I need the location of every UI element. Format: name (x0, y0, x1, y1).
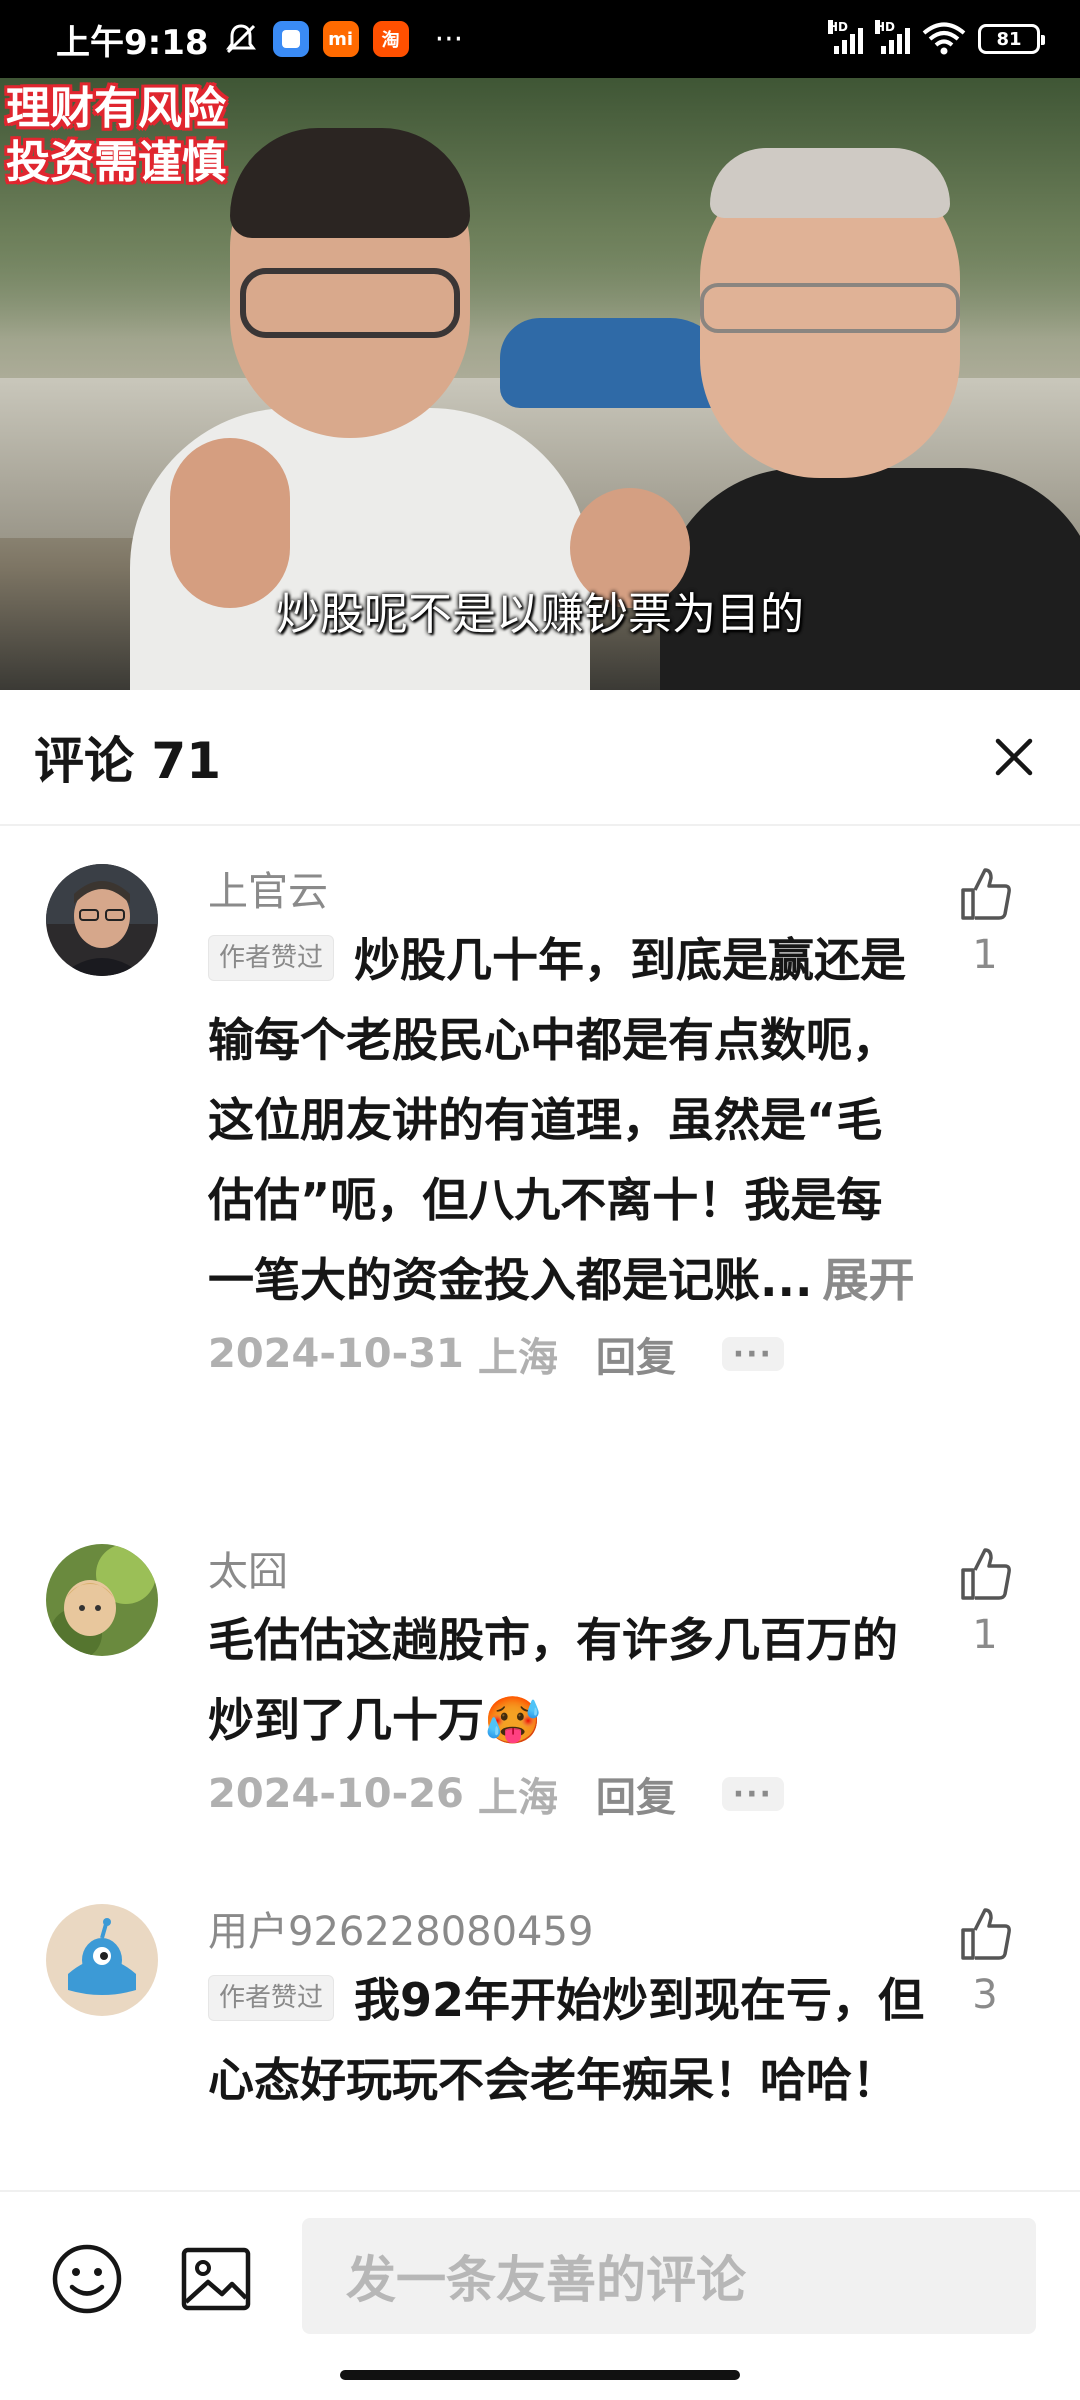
image-icon (181, 2247, 251, 2311)
author-liked-badge: 作者赞过 (208, 935, 335, 981)
comment-date: 2024-10-26 (208, 1771, 464, 1817)
comment-input[interactable]: 发一条友善的评论 (302, 2218, 1036, 2334)
close-icon (995, 738, 1033, 776)
comment-location: 上海 (477, 1775, 558, 1821)
like-count: 1 (972, 932, 998, 978)
thumbs-up-icon (961, 868, 1011, 920)
like-button[interactable]: 1 (950, 864, 1020, 978)
app-blue-icon (272, 21, 309, 57)
more-options-button[interactable]: ··· (721, 1777, 784, 1812)
battery-icon: 81 (978, 24, 1045, 54)
comment-username[interactable]: 用户926228080459 (208, 1904, 928, 1960)
hot-face-emoji: 🥵 (484, 1693, 542, 1747)
close-button[interactable] (982, 725, 1046, 789)
comment-meta: 2024-10-26 上海 回复 ··· (208, 1764, 928, 1824)
more-notifications-icon: ··· (434, 21, 464, 57)
thumbs-up-icon (961, 1908, 1011, 1960)
status-time: 上午9:18 (56, 22, 209, 63)
comment-text: 作者赞过 我92年开始炒到现在亏，但心态好玩玩不会老年痴呆！哈哈！ (208, 1973, 925, 2107)
comment-text: 作者赞过 炒股几十年，到底是赢还是输每个老股民心中都是有点数呃，这位朋友讲的有道理… (208, 933, 915, 1307)
reply-button[interactable]: 回复 (596, 1765, 676, 1823)
comment-username[interactable]: 上官云 (208, 864, 928, 920)
taobao-icon: 淘 (372, 21, 409, 57)
reply-button[interactable]: 回复 (596, 1325, 676, 1383)
comment-input-bar: 发一条友善的评论 (0, 2190, 1080, 2400)
status-bar: 上午9:18 mi 淘 ··· HD HD 81 (0, 0, 1080, 78)
comments-title: 评论 71 (34, 732, 221, 790)
avatar[interactable] (46, 1544, 158, 1656)
avatar[interactable] (46, 864, 158, 976)
signal-icon-1: HD (828, 20, 863, 54)
comments-header: 评论 71 (0, 690, 1080, 826)
comment-date: 2024-10-31 (208, 1331, 464, 1377)
like-button[interactable]: 1 (950, 1544, 1020, 1658)
more-options-button[interactable]: ··· (721, 1337, 784, 1372)
like-count: 3 (972, 1972, 998, 2018)
avatar[interactable] (46, 1904, 158, 2016)
comment-meta: 2024-10-31 上海 回复 ··· (208, 1324, 928, 1384)
emoji-button[interactable] (50, 2242, 124, 2316)
signal-icon-2: HD (875, 20, 910, 54)
video-subtitle: 炒股呢不是以赚钞票为目的 (276, 589, 804, 640)
bell-off-icon (223, 21, 259, 57)
image-button[interactable] (180, 2244, 252, 2314)
like-count: 1 (972, 1612, 998, 1658)
comments-sheet: 评论 71 上官云 作者赞过 炒股几十年，到底是赢还是输每个老股民心中都是有点数呃… (0, 690, 1080, 2190)
emoji-icon (52, 2244, 122, 2314)
wifi-icon (922, 22, 966, 56)
expand-link[interactable]: 展开 (822, 1253, 914, 1307)
author-liked-badge: 作者赞过 (208, 1975, 335, 2021)
comment-username[interactable]: 太囧 (208, 1544, 928, 1600)
comment-text: 毛估估这趟股市，有许多几百万的炒到了几十万🥵 (208, 1613, 898, 1747)
thumbs-up-icon (961, 1548, 1011, 1600)
mi-app-icon: mi (322, 21, 359, 57)
comment-location: 上海 (477, 1335, 558, 1381)
home-indicator[interactable] (340, 2370, 740, 2380)
like-button[interactable]: 3 (950, 1904, 1020, 2018)
risk-warning-overlay: 理财有风险 投资需谨慎 (6, 83, 226, 188)
video-player[interactable]: 理财有风险 投资需谨慎 炒股呢不是以赚钞票为目的 (0, 78, 1080, 690)
